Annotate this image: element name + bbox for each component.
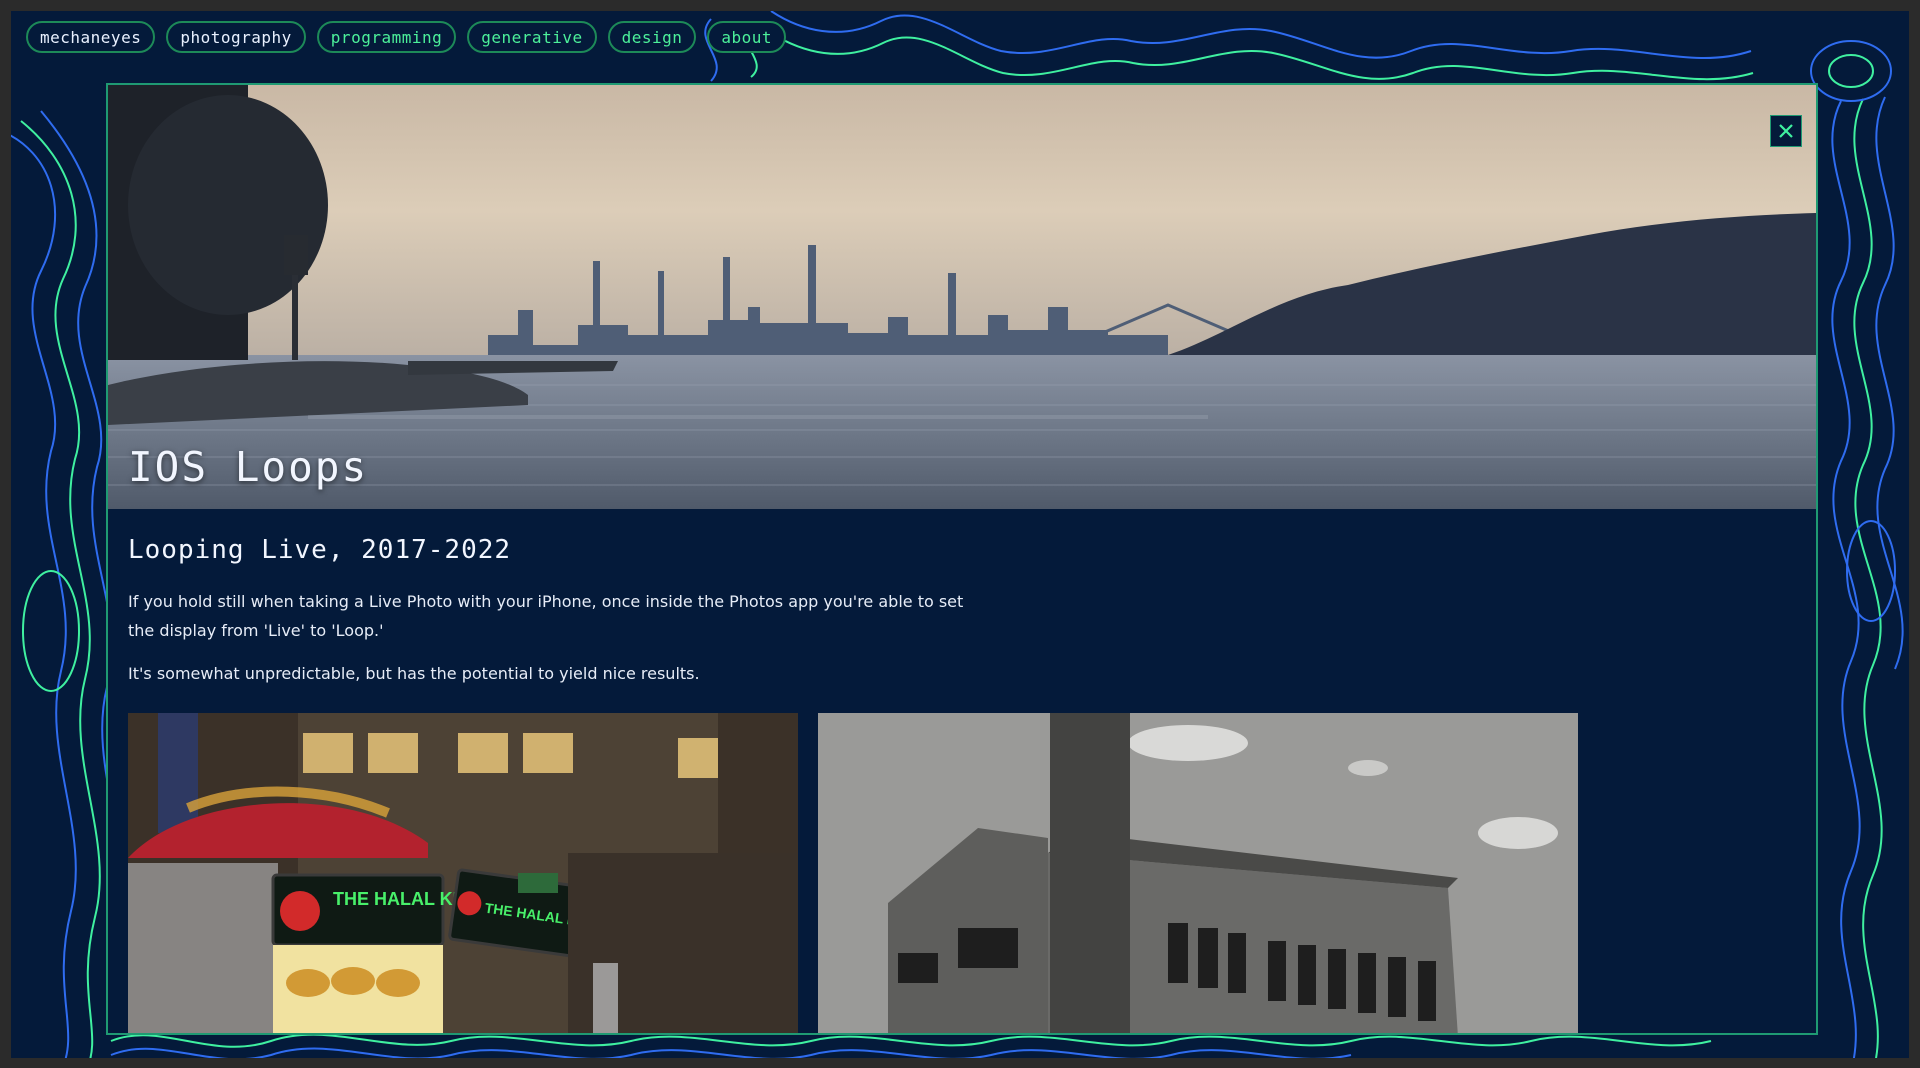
nav-item-photography[interactable]: photography bbox=[166, 21, 306, 53]
nav-item-generative[interactable]: generative bbox=[467, 21, 597, 53]
nav-item-about[interactable]: about bbox=[707, 21, 787, 53]
description-paragraph-2: It's somewhat unpredictable, but has the… bbox=[128, 664, 700, 683]
close-button[interactable] bbox=[1770, 115, 1802, 147]
nav-item-programming[interactable]: programming bbox=[316, 21, 457, 53]
main-nav: mechaneyes photography programming gener… bbox=[26, 21, 787, 53]
section-title: Looping Live, 2017-2022 bbox=[128, 535, 512, 565]
close-icon bbox=[1779, 124, 1793, 138]
project-modal: IOS Loops Looping Live, 2017-2022 If you… bbox=[106, 83, 1818, 1035]
hero-title: IOS Loops bbox=[128, 443, 369, 491]
description-paragraph-1: If you hold still when taking a Live Pho… bbox=[128, 592, 964, 640]
nav-item-mechaneyes[interactable]: mechaneyes bbox=[26, 21, 156, 53]
nav-item-design[interactable]: design bbox=[607, 21, 697, 53]
modal-scrollbar[interactable] bbox=[1817, 85, 1818, 309]
page-frame: mechaneyes photography programming gener… bbox=[11, 11, 1909, 1058]
photo-halal-kitchen: THE HALAL KITCHEN THE HALAL KITCHEN bbox=[128, 713, 798, 1033]
photo-factory-building bbox=[818, 713, 1578, 1033]
